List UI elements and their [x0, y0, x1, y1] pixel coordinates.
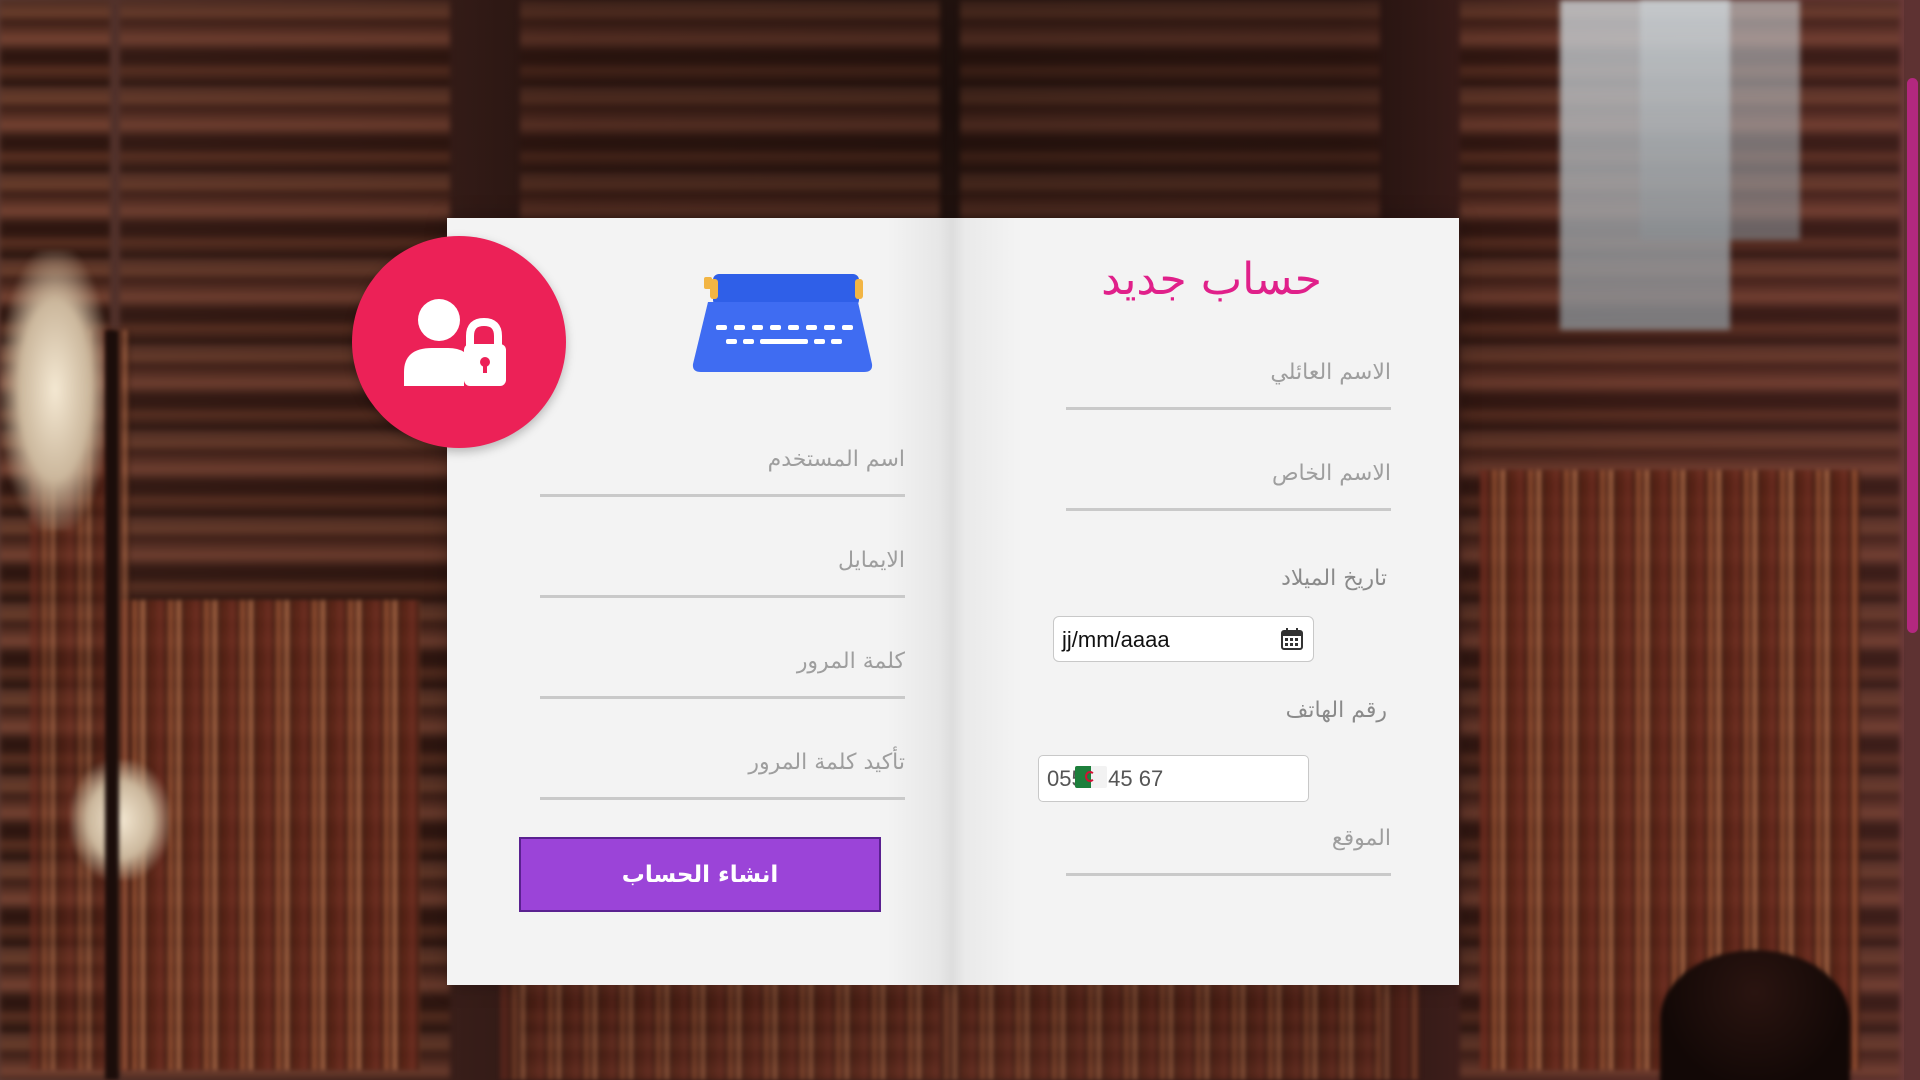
field-underline [1066, 407, 1391, 410]
first-name-placeholder: الاسم الخاص [1271, 461, 1391, 486]
calendar-icon[interactable] [1281, 628, 1303, 650]
field-underline [540, 595, 905, 598]
phone-label: رقم الهاتف [1285, 698, 1387, 723]
birth-date-label: تاريخ الميلاد [1281, 566, 1387, 591]
confirm-password-field[interactable]: تأكيد كلمة المرور [540, 750, 905, 800]
password-field[interactable]: كلمة المرور [540, 649, 905, 699]
confirm-password-placeholder: تأكيد كلمة المرور [748, 750, 905, 775]
scrollbar-thumb[interactable] [1907, 78, 1918, 633]
field-underline [540, 494, 905, 497]
field-underline [1066, 508, 1391, 511]
location-field[interactable]: الموقع [1066, 826, 1391, 876]
field-underline [540, 696, 905, 699]
book-spine-shadow [887, 218, 1017, 985]
location-placeholder: الموقع [1331, 826, 1391, 851]
family-name-placeholder: الاسم العائلي [1270, 360, 1391, 385]
algeria-flag-icon[interactable] [1075, 766, 1107, 788]
field-underline [540, 797, 905, 800]
page-title: حساب جديد [1101, 254, 1322, 305]
first-name-field[interactable]: الاسم الخاص [1066, 461, 1391, 511]
page-scrollbar[interactable] [1904, 0, 1920, 1080]
username-placeholder: اسم المستخدم [767, 447, 905, 472]
family-name-field[interactable]: الاسم العائلي [1066, 360, 1391, 410]
email-field[interactable]: الايمايل [540, 548, 905, 598]
email-placeholder: الايمايل [838, 548, 905, 573]
typewriter-icon [692, 274, 873, 372]
create-account-button[interactable]: انشاء الحساب [519, 837, 881, 912]
user-lock-badge [352, 236, 566, 448]
birth-date-input[interactable]: jj/mm/aaaa [1053, 616, 1314, 662]
password-placeholder: كلمة المرور [796, 649, 905, 674]
user-lock-icon [404, 299, 506, 386]
birth-date-value: jj/mm/aaaa [1062, 627, 1170, 652]
username-field[interactable]: اسم المستخدم [540, 447, 905, 497]
field-underline [1066, 873, 1391, 876]
